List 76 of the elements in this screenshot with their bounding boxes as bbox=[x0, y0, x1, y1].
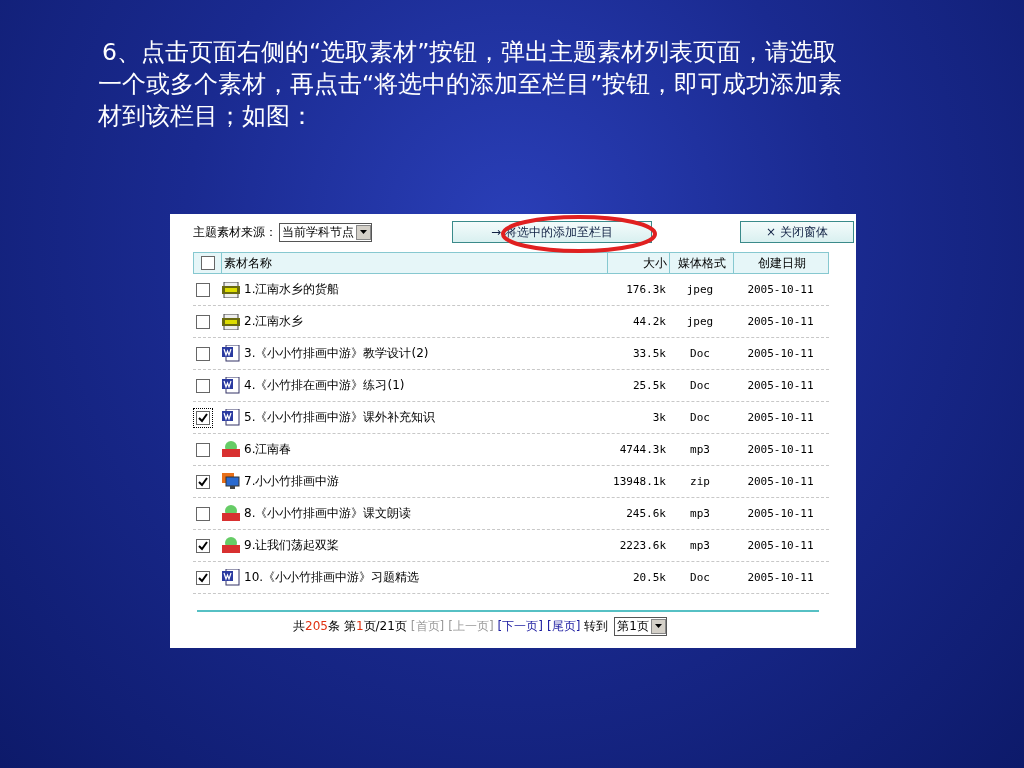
source-label: 主题素材来源： bbox=[193, 223, 277, 241]
audio-file-icon bbox=[222, 441, 240, 458]
size-cell-text: 4744.3k bbox=[618, 443, 667, 456]
column-header: 大小 bbox=[607, 253, 669, 273]
material-name: 10.《小小竹排画中游》习题精选 bbox=[244, 569, 420, 586]
format-cell-text: jpeg bbox=[685, 315, 715, 328]
size-cell-text: 44.2k bbox=[631, 315, 667, 328]
document-icon bbox=[222, 377, 240, 394]
check-icon bbox=[197, 476, 208, 487]
instruction-text: 6、点击页面右侧的“选取素材”按钮，弹出主题素材列表页面，请选取一个或多个素材，再点击“将选中的添加至栏目”按钮，即可成功添加素材到该栏目；如图： bbox=[98, 37, 844, 132]
material-name: 3.《小小竹排画中游》教学设计(2) bbox=[244, 345, 429, 362]
current-page: 1 bbox=[355, 619, 364, 633]
column-header: 创建日期 bbox=[733, 253, 830, 273]
material-name: 9.让我们荡起双桨 bbox=[244, 537, 340, 554]
audio-file-icon bbox=[222, 505, 240, 522]
format-cell-text: mp3 bbox=[689, 539, 711, 552]
check-icon bbox=[197, 572, 208, 583]
total-prefix: 共 bbox=[293, 617, 305, 635]
material-name: 7.小小竹排画中游 bbox=[244, 473, 340, 490]
size-cell-text: 13948.1k bbox=[612, 475, 667, 488]
document-icon bbox=[222, 569, 240, 586]
size-cell-text: 25.5k bbox=[631, 379, 667, 392]
page-select[interactable]: 第1页 bbox=[614, 616, 667, 636]
close-window-button[interactable]: × 关闭窗体 bbox=[740, 221, 854, 243]
date-cell-text: 2005-10-11 bbox=[746, 539, 815, 552]
row-checkbox[interactable] bbox=[192, 407, 213, 428]
format-cell-text: Doc bbox=[689, 571, 711, 584]
document-icon bbox=[222, 409, 240, 426]
size-cell-text: 245.6k bbox=[625, 507, 667, 520]
total-suffix: 条 bbox=[327, 617, 340, 635]
date-cell-text: 2005-10-11 bbox=[746, 507, 815, 520]
caret-icon bbox=[360, 230, 367, 234]
size-cell-text: 2223.6k bbox=[618, 539, 667, 552]
size-cell-text: 176.3k bbox=[625, 283, 667, 296]
pager-link[interactable]: [尾页] bbox=[547, 617, 581, 635]
audio-file-icon bbox=[222, 537, 240, 554]
format-cell-text: Doc bbox=[689, 379, 711, 392]
size-cell-text: 33.5k bbox=[631, 347, 667, 360]
page-count: 页/21页 bbox=[363, 617, 407, 635]
format-cell-text: Doc bbox=[689, 347, 711, 360]
format-cell-text: mp3 bbox=[689, 507, 711, 520]
image-file-icon bbox=[222, 281, 240, 298]
material-name: 2.江南水乡 bbox=[244, 313, 304, 330]
date-cell-text: 2005-10-11 bbox=[746, 475, 815, 488]
document-icon bbox=[222, 345, 240, 362]
material-name: 6.江南春 bbox=[244, 441, 292, 458]
format-cell-text: jpeg bbox=[685, 283, 715, 296]
total-count: 205 bbox=[305, 619, 328, 633]
image-file-icon bbox=[222, 313, 240, 330]
size-cell-text: 3k bbox=[651, 411, 667, 424]
column-header: 媒体格式 bbox=[669, 253, 733, 273]
page-prefix: 第 bbox=[343, 617, 356, 635]
size-cell-text: 20.5k bbox=[631, 571, 667, 584]
material-name: 8.《小小竹排画中游》课文朗读 bbox=[244, 505, 412, 522]
format-cell-text: mp3 bbox=[689, 443, 711, 456]
date-cell-text: 2005-10-11 bbox=[746, 571, 815, 584]
date-cell-text: 2005-10-11 bbox=[746, 347, 815, 360]
date-cell-text: 2005-10-11 bbox=[746, 283, 815, 296]
monitor-icon bbox=[222, 473, 240, 490]
goto-label: 转到 bbox=[584, 617, 609, 635]
material-name: 5.《小小竹排画中游》课外补充知识 bbox=[244, 409, 436, 426]
date-cell-text: 2005-10-11 bbox=[746, 411, 815, 424]
column-header: 素材名称 bbox=[221, 253, 607, 273]
source-select[interactable]: 当前学科节点 bbox=[279, 222, 372, 242]
check-icon bbox=[197, 412, 208, 423]
check-icon bbox=[197, 540, 208, 551]
format-cell-text: zip bbox=[689, 475, 711, 488]
format-cell-text: Doc bbox=[689, 411, 711, 424]
caret-icon bbox=[655, 624, 662, 628]
date-cell-text: 2005-10-11 bbox=[746, 315, 815, 328]
date-cell-text: 2005-10-11 bbox=[746, 379, 815, 392]
material-name: 1.江南水乡的货船 bbox=[244, 281, 340, 298]
date-cell-text: 2005-10-11 bbox=[746, 443, 815, 456]
material-name: 4.《小竹排在画中游》练习(1) bbox=[244, 377, 405, 394]
select-all-checkbox[interactable] bbox=[200, 256, 215, 270]
pager-link[interactable]: [下一页] bbox=[497, 617, 543, 635]
